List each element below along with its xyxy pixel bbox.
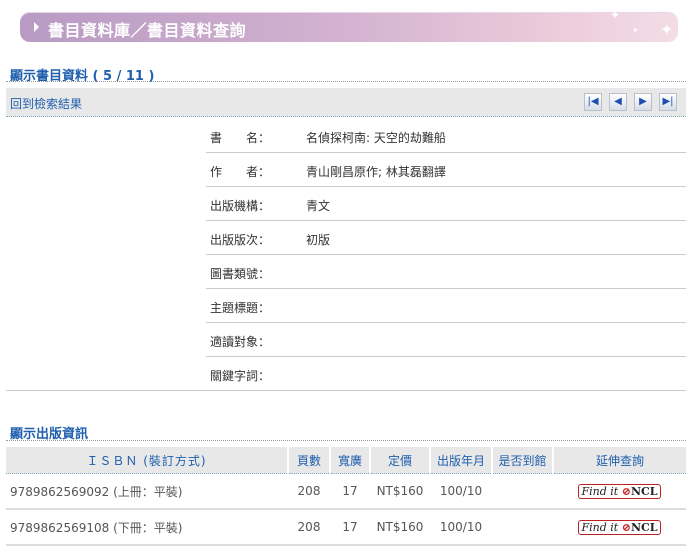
field-label: 適讀對象： — [210, 335, 271, 349]
field-row: 書 名： 名偵探柯南: 天空的劫難船 — [206, 118, 686, 153]
extended-search-cell: Find it ⊘NCL — [553, 509, 686, 546]
field-value: 青山剛昌原作; 林其磊翻譯 — [306, 165, 446, 179]
pages-cell: 208 — [288, 473, 330, 510]
header-width: 寬廣 — [330, 447, 371, 474]
header-date: 出版年月 — [430, 447, 493, 474]
previous-record-button[interactable]: ◀ — [609, 93, 627, 111]
header-pages: 頁數 — [288, 447, 331, 474]
field-row: 圖書類號： — [206, 254, 686, 289]
divider — [6, 81, 686, 82]
price-cell: NT$160 — [370, 509, 430, 546]
back-to-results-link[interactable]: 回到檢索結果 — [10, 95, 82, 112]
find-it-text: Find it — [581, 520, 619, 534]
field-row: 關鍵字詞： — [206, 356, 686, 390]
page-title: 書目資料庫／書目資料查詢 — [48, 21, 247, 40]
divider — [6, 440, 686, 441]
field-row: 出版機構： 青文 — [206, 186, 686, 221]
field-value: 名偵探柯南: 天空的劫難船 — [306, 131, 446, 145]
publication-table: ＩＳＢＮ (裝訂方式) 頁數 寬廣 定價 出版年月 是否到館 延伸查詢 9789… — [6, 447, 686, 546]
field-value: 初版 — [306, 233, 331, 247]
field-label: 作 者： — [210, 165, 271, 179]
result-nav-bar: 回到檢索結果 |◀ ◀ ▶ ▶| — [6, 88, 686, 117]
ncl-logo-icon: ⊘ — [621, 520, 631, 534]
field-label: 主題標題： — [210, 301, 271, 315]
isbn-cell: 9789862569092 (上冊：平裝) — [6, 473, 288, 510]
ncl-text: NCL — [630, 520, 658, 534]
arrived-cell — [492, 509, 553, 546]
pages-cell: 208 — [288, 509, 330, 546]
triangle-right-icon — [34, 22, 39, 32]
isbn-cell: 9789862569108 (下冊：平裝) — [6, 509, 288, 546]
last-record-button[interactable]: ▶| — [659, 93, 677, 111]
field-row: 作 者： 青山剛昌原作; 林其磊翻譯 — [206, 152, 686, 187]
header-extended-search: 延伸查詢 — [553, 447, 686, 474]
field-label: 書 名： — [210, 131, 271, 145]
ncl-text: NCL — [630, 484, 658, 498]
page-banner: 書目資料庫／書目資料查詢 ✦ ✦ ✦ — [20, 8, 678, 42]
ncl-logo-icon: ⊘ — [621, 484, 631, 498]
date-cell: 100/10 — [430, 509, 492, 546]
sparkle-icon: ✦ — [610, 8, 621, 22]
header-price: 定價 — [370, 447, 431, 474]
divider — [6, 390, 686, 391]
next-record-button[interactable]: ▶ — [634, 93, 652, 111]
field-row: 適讀對象： — [206, 322, 686, 357]
find-it-ncl-button[interactable]: Find it ⊘NCL — [577, 519, 662, 535]
date-cell: 100/10 — [430, 473, 492, 510]
extended-search-cell: Find it ⊘NCL — [553, 473, 686, 510]
header-isbn: ＩＳＢＮ (裝訂方式) — [6, 447, 289, 474]
field-row: 主題標題： — [206, 288, 686, 323]
first-record-button[interactable]: |◀ — [584, 93, 602, 111]
find-it-ncl-button[interactable]: Find it ⊘NCL — [577, 483, 662, 499]
price-cell: NT$160 — [370, 473, 430, 510]
width-cell: 17 — [330, 509, 370, 546]
field-label: 出版機構： — [210, 199, 271, 213]
field-label: 出版版次： — [210, 233, 271, 247]
field-label: 關鍵字詞： — [210, 369, 271, 383]
arrived-cell — [492, 473, 553, 510]
field-label: 圖書類號： — [210, 267, 271, 281]
sparkle-icon: ✦ — [632, 26, 639, 35]
header-arrived: 是否到館 — [492, 447, 554, 474]
width-cell: 17 — [330, 473, 370, 510]
table-row: 9789862569092 (上冊：平裝) 208 17 NT$160 100/… — [6, 473, 686, 510]
table-row: 9789862569108 (下冊：平裝) 208 17 NT$160 100/… — [6, 509, 686, 546]
find-it-text: Find it — [581, 484, 619, 498]
sparkle-icon: ✦ — [660, 20, 674, 39]
field-value: 青文 — [306, 199, 331, 213]
field-row: 出版版次： 初版 — [206, 220, 686, 255]
